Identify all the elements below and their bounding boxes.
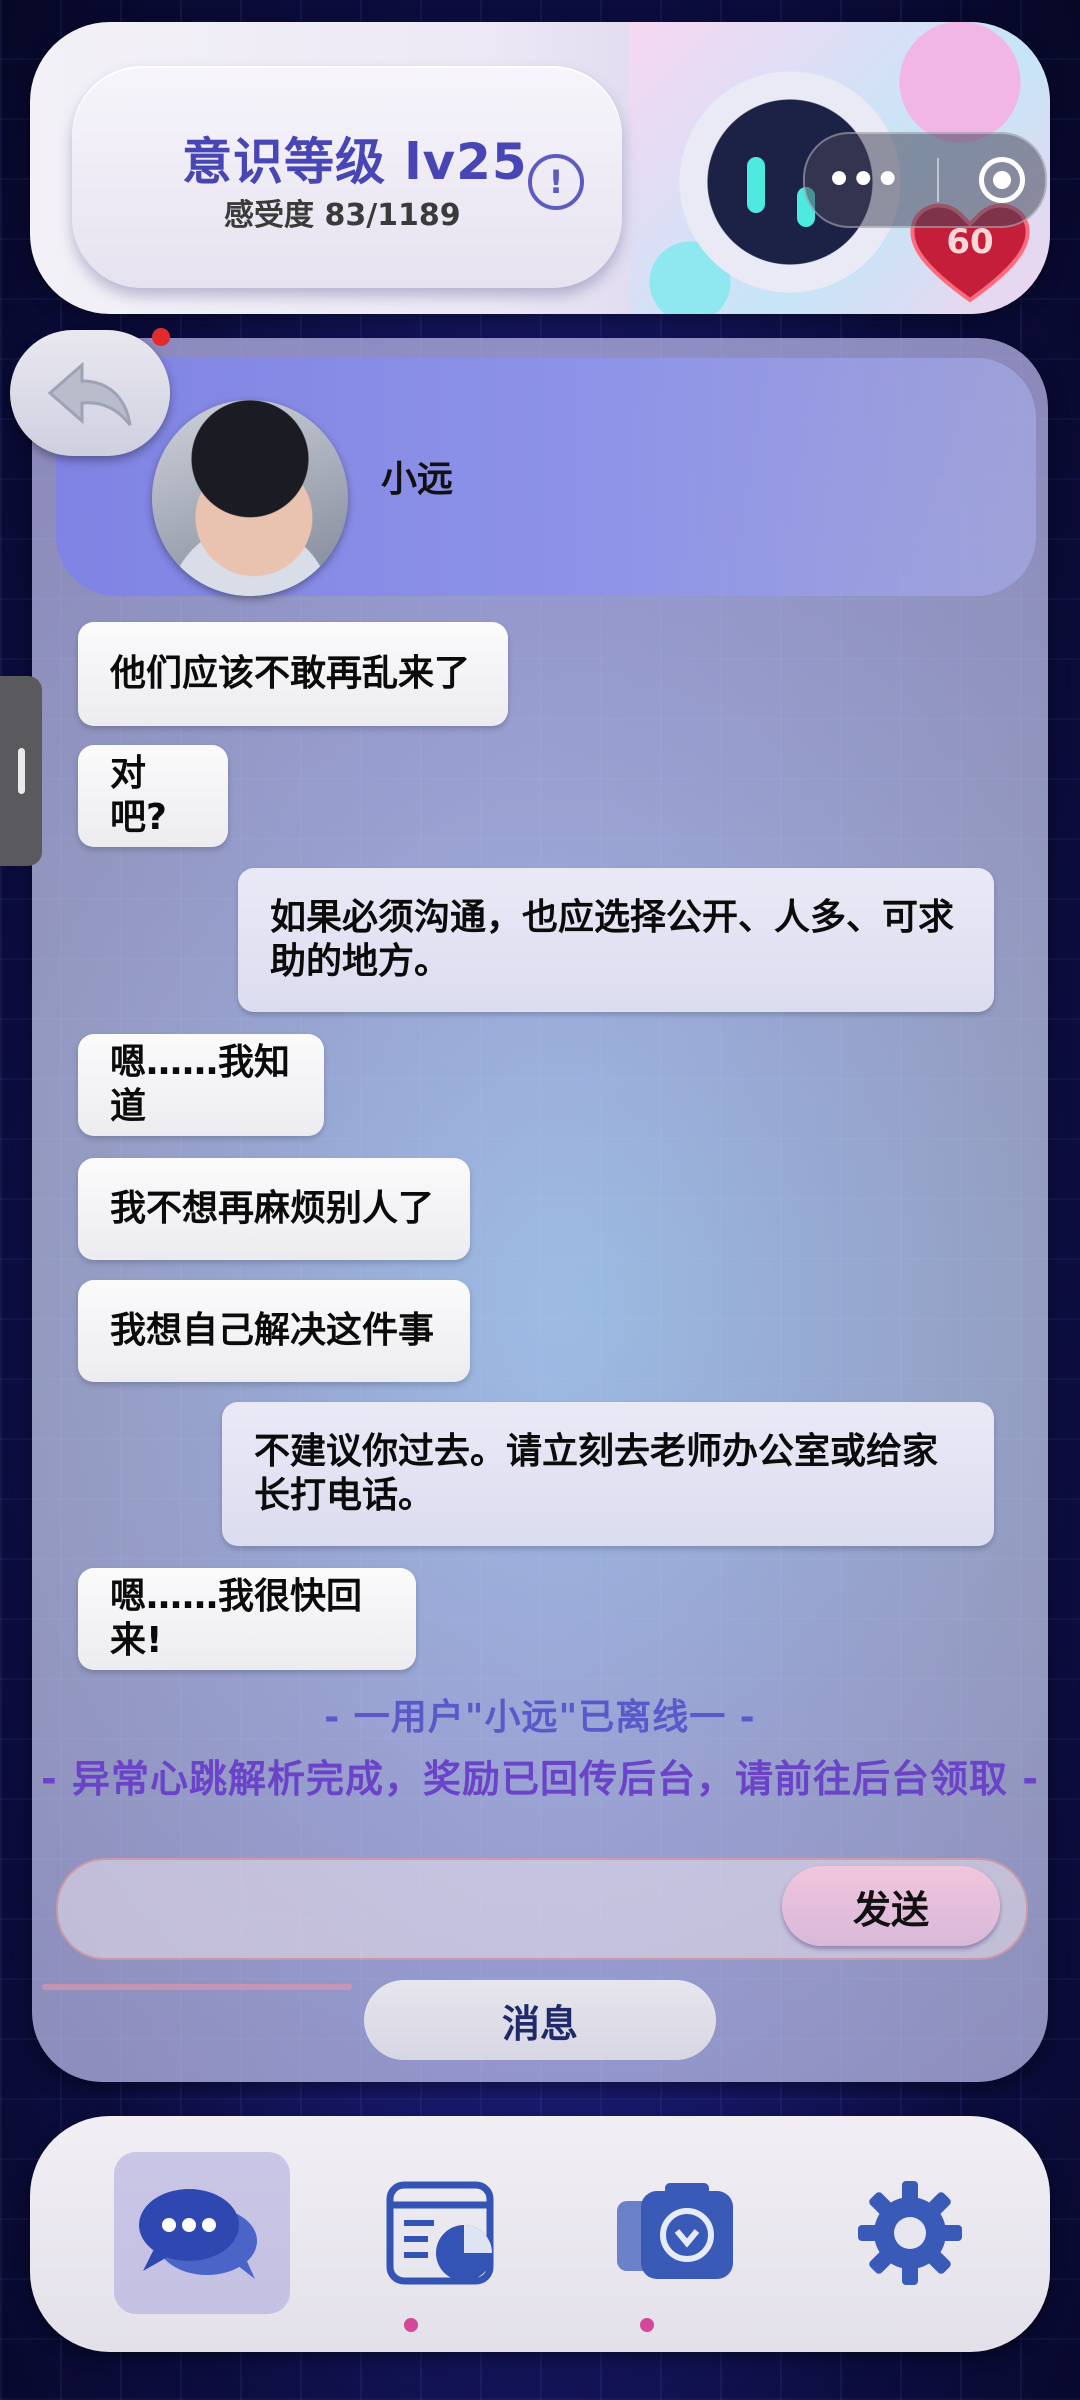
message-text: 我想自己解决这件事 [110,1310,435,1351]
notification-dot [152,328,170,346]
close-miniprogram-icon[interactable] [979,157,1026,203]
contact-header: 小远 [56,358,1036,596]
consciousness-level: 意识等级 lv25 [182,133,528,191]
tab-messages[interactable]: 消息 [364,1980,716,2060]
back-button[interactable] [10,330,170,456]
offline-notice: - 一用户"小远"已离线一 - [324,1697,756,1738]
level-card: 意识等级 lv25 感受度 83/1189 ! [72,66,622,288]
camera-shield-icon [617,2183,733,2279]
contact-name: 小远 [381,459,454,500]
nav-chat[interactable] [114,2152,290,2314]
message-text: 我不想再麻烦别人了 [110,1188,435,1229]
reply-arrow-icon [47,361,132,426]
divider-line [42,1984,352,1990]
camera-badge [640,2318,654,2332]
message-text: 嗯……我很快回来! [110,1576,363,1661]
message-outgoing: 不建议你过去。请立刻去老师办公室或给家长打电话。 [222,1402,994,1546]
dashboard-report-icon [386,2181,494,2285]
nav-dashboard[interactable] [354,2152,530,2314]
message-outgoing: 如果必须沟通，也应选择公开、人多、可求助的地方。 [238,868,994,1012]
robot-eye [747,157,765,213]
side-drawer-handle[interactable] [0,676,42,866]
avatar[interactable] [152,400,348,596]
sensitivity-progress: 感受度 83/1189 [224,198,461,233]
nav-camera[interactable] [588,2152,764,2314]
heart-value: 60 [946,222,994,262]
message-incoming: 我想自己解决这件事 [78,1280,470,1382]
message-incoming: 嗯……我知道 [78,1034,324,1136]
message-text: 如果必须沟通，也应选择公开、人多、可求助的地方。 [270,897,955,982]
dashboard-badge [404,2318,418,2332]
send-button[interactable]: 发送 [782,1866,1000,1946]
message-incoming: 他们应该不敢再乱来了 [78,622,508,726]
message-text: 嗯……我知道 [110,1042,291,1127]
more-options-button[interactable]: ••• [825,156,902,204]
message-incoming: 我不想再麻烦别人了 [78,1158,470,1260]
miniprogram-capsule: ••• [803,132,1047,228]
info-button[interactable]: ! [528,154,584,210]
message-text: 不建议你过去。请立刻去老师办公室或给家长打电话。 [254,1431,939,1516]
message-text: 对吧? [110,753,167,838]
bottom-nav [30,2116,1050,2352]
reward-notice: - 异常心跳解析完成，奖励已回传后台，请前往后台领取 - [40,1757,1039,1801]
nav-settings[interactable] [822,2152,998,2314]
message-text: 他们应该不敢再乱来了 [110,653,471,694]
capsule-divider [937,158,940,202]
message-incoming: 嗯……我很快回来! [78,1568,416,1670]
exclamation-icon: ! [548,163,564,201]
chat-bubbles-icon [139,2189,257,2279]
message-incoming: 对吧? [78,745,228,847]
gear-icon [858,2181,962,2285]
